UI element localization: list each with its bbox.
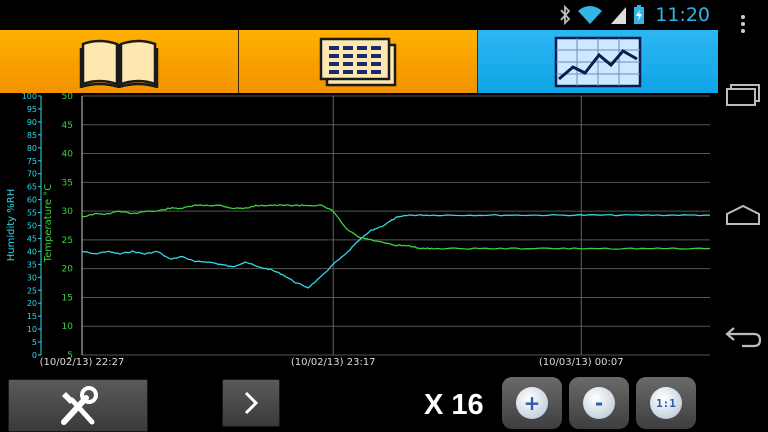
temperature-tick-label: 20: [62, 265, 74, 275]
zoom-level: X 16: [424, 389, 484, 421]
temperature-axis-label: Temperature °C: [43, 184, 54, 264]
book-icon: [79, 39, 159, 88]
x-axis-labels: (10/02/13) 22:27 (10/02/13) 23:17 (10/03/1…: [40, 357, 624, 368]
x-tick-label: (10/02/13) 23:17: [291, 357, 376, 368]
humidity-tick-label: 10: [27, 325, 37, 334]
humidity-tick-label: 65: [27, 183, 37, 192]
humidity-tick-label: 5: [32, 338, 37, 347]
humidity-axis-label: Humidity %RH: [6, 189, 17, 262]
x-tick-label: (10/02/13) 22:27: [40, 357, 125, 368]
recent-apps-icon: [726, 84, 760, 106]
temperature-tick-label: 45: [62, 121, 73, 131]
humidity-series-line: [81, 213, 711, 289]
zoom-in-button[interactable]: +: [502, 377, 562, 429]
tab-manual[interactable]: [0, 30, 239, 93]
zoom-out-button[interactable]: -: [569, 377, 629, 429]
temperature-tick-label: 30: [62, 207, 74, 217]
signal-icon: [611, 7, 627, 24]
list-icon: [319, 37, 397, 86]
temperature-tick-label: 25: [62, 236, 73, 246]
tab-bar: [0, 30, 718, 93]
reset-zoom-icon: 1:1: [650, 387, 682, 419]
chart-grid: [82, 95, 710, 356]
temperature-tick-label: 15: [62, 293, 73, 303]
home-button[interactable]: [718, 204, 768, 226]
reset-zoom-button[interactable]: 1:1: [636, 377, 696, 429]
system-nav-bar: [718, 0, 768, 432]
humidity-tick-label: 100: [22, 93, 37, 101]
recent-apps-button[interactable]: [718, 84, 768, 106]
status-bar: 11:20: [0, 0, 718, 30]
humidity-tick-label: 55: [27, 209, 37, 218]
chevron-right-icon: [244, 391, 259, 415]
back-icon: [725, 327, 762, 348]
temperature-axis-ticks: 5101520253035404550: [62, 93, 74, 361]
settings-button[interactable]: [8, 379, 148, 432]
status-icons: 11:20: [559, 4, 710, 26]
bottom-toolbar: X 16 + - 1:1: [0, 371, 718, 432]
next-button[interactable]: [222, 379, 280, 427]
wifi-icon: [578, 6, 603, 24]
tab-graph[interactable]: [478, 30, 718, 93]
humidity-tick-label: 95: [27, 105, 37, 114]
humidity-tick-label: 70: [27, 170, 37, 179]
clock: 11:20: [655, 4, 710, 26]
humidity-tick-label: 20: [27, 299, 37, 308]
humidity-axis-ticks: 0 5 10 15 20 25 30 35 40 45 50 55 60 65 70 75 80 85 90 95 10…: [22, 93, 42, 360]
zoom-in-icon: +: [516, 387, 548, 419]
overflow-menu-button[interactable]: [718, 14, 768, 34]
temperature-tick-label: 50: [62, 93, 74, 102]
back-button[interactable]: [718, 324, 768, 348]
humidity-tick-label: 75: [27, 157, 37, 166]
line-chart[interactable]: 0 5 10 15 20 25 30 35 40 45 50 55 60 65 70 75 80 85 90 95 10…: [0, 93, 718, 371]
humidity-tick-label: 80: [27, 144, 37, 153]
humidity-tick-label: 50: [27, 222, 37, 231]
tab-list[interactable]: [239, 30, 478, 93]
tools-icon: [61, 385, 98, 425]
humidity-tick-label: 35: [27, 260, 37, 269]
humidity-tick-label: 85: [27, 131, 37, 140]
humidity-tick-label: 45: [27, 234, 37, 243]
humidity-tick-label: 15: [27, 312, 37, 321]
humidity-tick-label: 90: [27, 118, 37, 127]
x-tick-label: (10/03/13) 00:07: [539, 357, 624, 368]
overflow-menu-icon: [741, 15, 745, 33]
temperature-tick-label: 10: [62, 322, 74, 332]
graph-icon: [554, 36, 642, 87]
humidity-tick-label: 60: [27, 196, 37, 205]
home-icon: [726, 204, 760, 225]
humidity-tick-label: 30: [27, 273, 37, 282]
zoom-out-icon: -: [583, 387, 615, 419]
humidity-tick-label: 0: [32, 351, 37, 360]
humidity-tick-label: 40: [27, 247, 37, 256]
temperature-tick-label: 35: [62, 178, 73, 188]
bluetooth-icon: [560, 5, 571, 25]
humidity-tick-label: 25: [27, 286, 37, 295]
battery-icon: [634, 5, 645, 24]
temperature-tick-label: 40: [62, 150, 74, 160]
